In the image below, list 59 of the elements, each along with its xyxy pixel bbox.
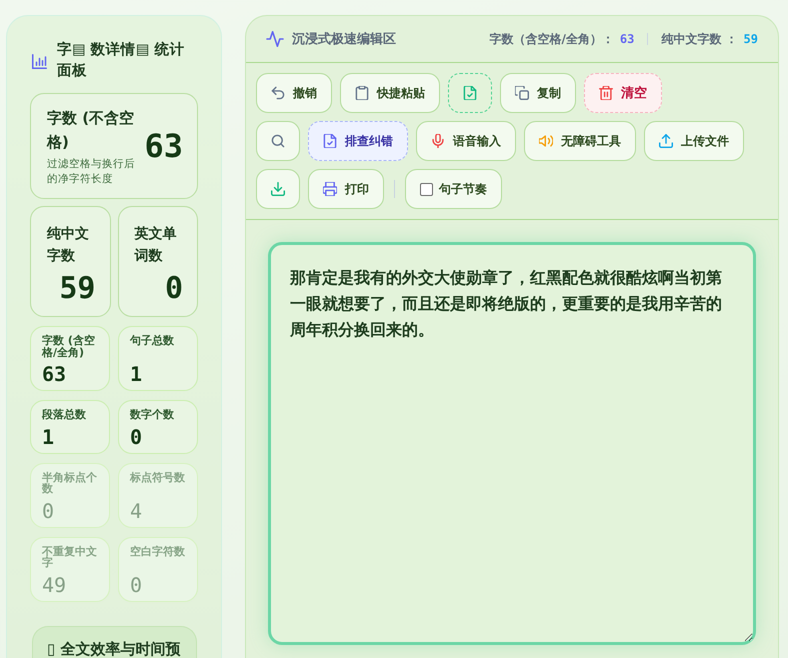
file-check-icon: [463, 86, 477, 100]
speaker-icon: [539, 134, 553, 148]
pulse-icon: [266, 31, 284, 47]
count-value: 63: [620, 32, 634, 46]
stat-value: 1: [130, 362, 144, 386]
undo-button[interactable]: 撤销: [256, 73, 332, 113]
stat-label: 标点符号数: [130, 472, 186, 484]
stat-label: 不重复中文字: [42, 546, 98, 569]
voice-input-button[interactable]: 语音输入: [416, 121, 516, 161]
stat-label: 空白字符数: [130, 546, 186, 558]
stat-value: 59: [59, 272, 96, 306]
stat-value: 0: [42, 498, 56, 523]
download-icon: [271, 182, 285, 196]
sidebar-title: 字▤ 数详情▤ 统计面板: [57, 40, 186, 81]
stat-value: 4: [130, 498, 144, 523]
download-button[interactable]: [256, 169, 300, 209]
mic-icon: [431, 134, 445, 148]
check-file-button[interactable]: [448, 73, 492, 113]
stat-note: 过滤空格与换行后的净字符长度: [47, 156, 136, 187]
stat-value: 63: [144, 127, 183, 166]
printer-icon: [323, 182, 337, 196]
bar-chart-icon: [32, 54, 47, 68]
upload-icon: [659, 134, 673, 148]
stat-label: 句子总数: [130, 335, 175, 347]
copy-icon: [515, 86, 529, 100]
text-editor-field[interactable]: 那肯定是我有的外交大使勋章了，红黑配色就很酷炫啊当初第一眼就想要了，而且还是即将绝版的，更重要的是我用辛苦的周年积分换回来的。: [268, 242, 756, 645]
print-button[interactable]: 打印: [308, 169, 384, 209]
trash-icon: [599, 86, 613, 100]
stat-value: 0: [130, 572, 144, 597]
stat-label: 字数 (不含空格): [47, 108, 136, 153]
search-button[interactable]: [256, 121, 300, 161]
stat-label: 半角标点个数: [42, 472, 98, 495]
sentence-rhythm-toggle[interactable]: 句子节奏: [405, 169, 502, 209]
file-check-icon: [323, 134, 337, 148]
stat-label: 纯中文字数: [47, 225, 90, 266]
stat-value: 1: [42, 424, 56, 449]
upload-button[interactable]: 上传文件: [644, 121, 744, 161]
section-title: ▯ 全文效率与时间预: [47, 640, 180, 658]
stat-value: 49: [42, 572, 68, 597]
stat-value: 63: [42, 362, 68, 386]
search-icon: [271, 134, 285, 148]
clear-button[interactable]: 清空: [584, 73, 662, 113]
count-label: 字数（含空格/全角）：: [490, 30, 614, 48]
copy-button[interactable]: 复制: [500, 73, 576, 113]
stat-value: 0: [164, 272, 183, 306]
accessibility-button[interactable]: 无障碍工具: [524, 121, 636, 161]
checkbox[interactable]: [420, 182, 433, 196]
stat-value: 0: [130, 424, 144, 449]
count-value: 59: [744, 32, 758, 46]
undo-icon: [271, 86, 285, 100]
paste-button[interactable]: 快捷粘贴: [340, 73, 440, 113]
stat-label: 字数 (含空格/全角): [42, 335, 96, 358]
clipboard-icon: [355, 86, 369, 100]
proofread-button[interactable]: 排查纠错: [308, 121, 408, 161]
stat-label: 段落总数: [42, 409, 87, 421]
count-label: 纯中文字数 ：: [661, 30, 738, 48]
stat-label: 数字个数: [130, 409, 175, 421]
stat-label: 英文单词数: [134, 225, 178, 266]
editor-title: 沉浸式极速编辑区: [292, 30, 396, 48]
